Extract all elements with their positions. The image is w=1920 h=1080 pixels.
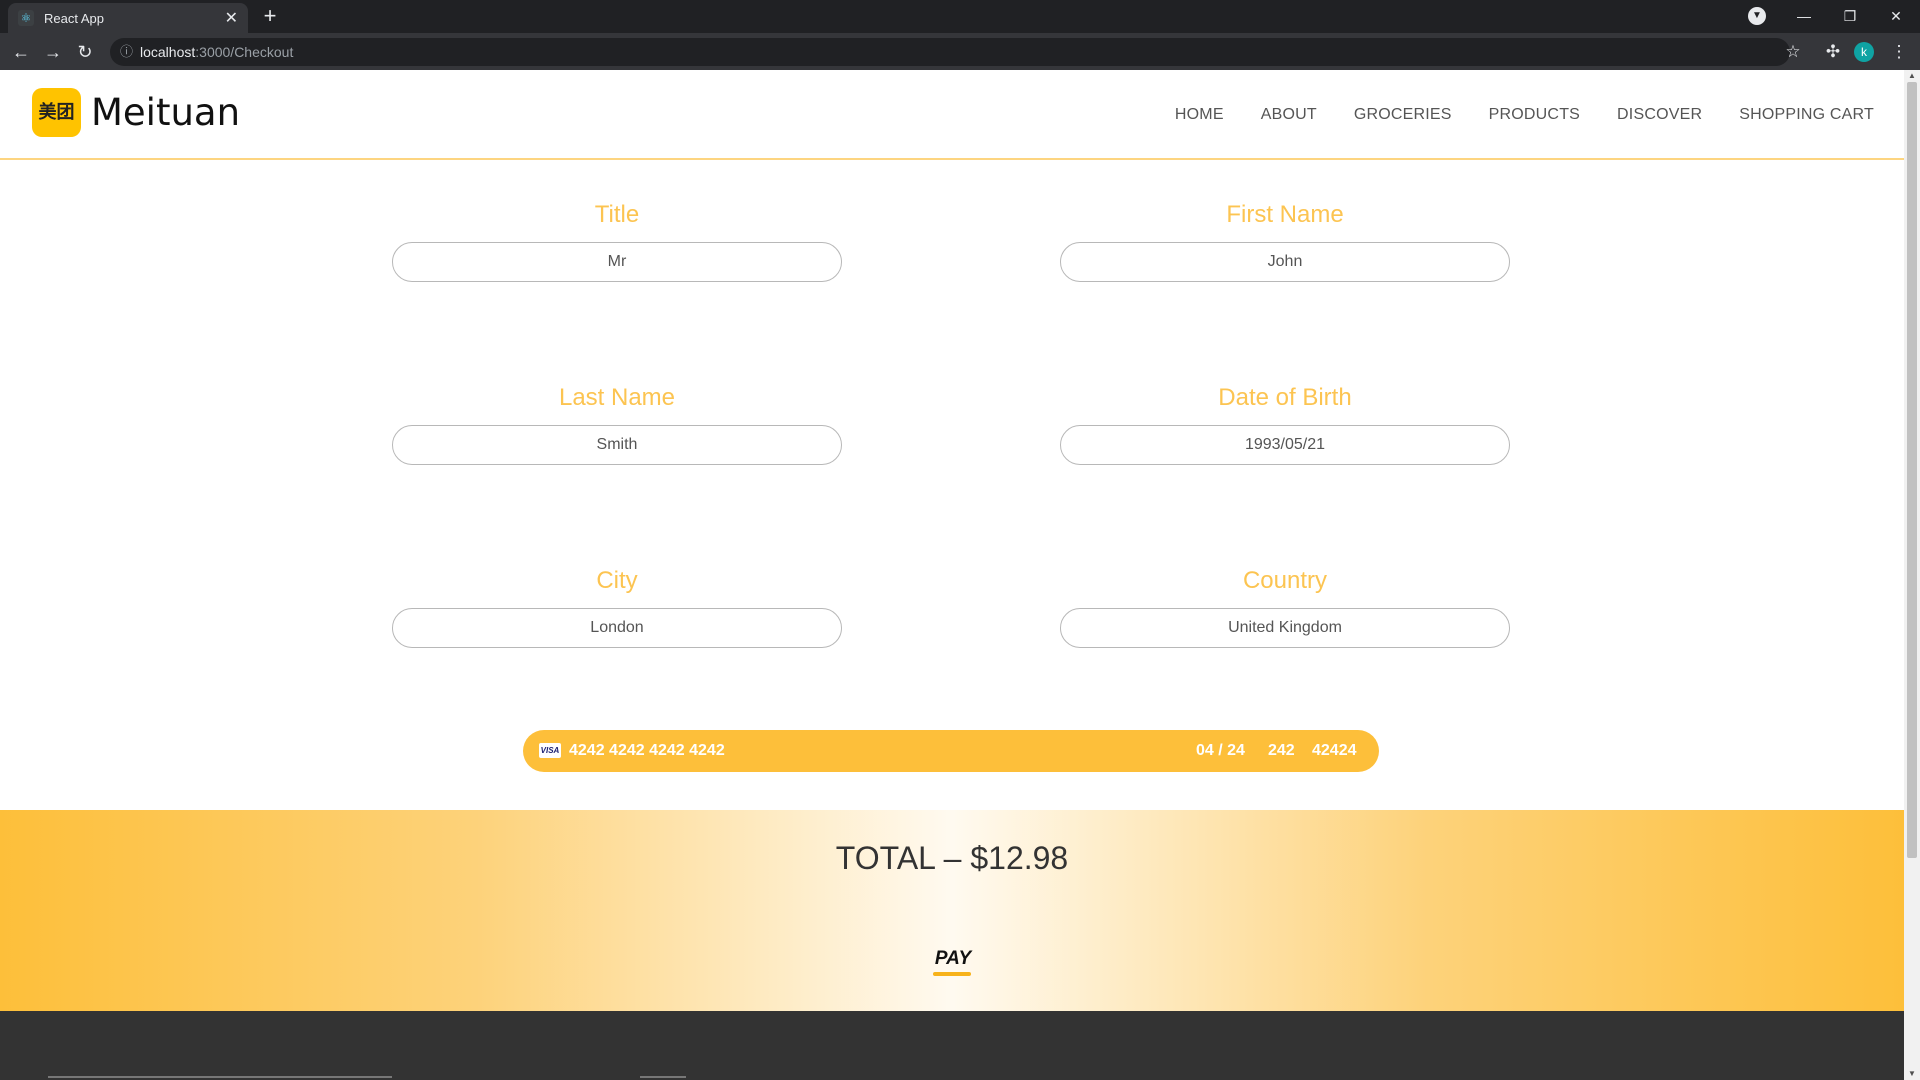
restore-icon[interactable]: ❐ [1830,3,1870,29]
first-name-input[interactable]: John [1060,242,1510,282]
title-label: Title [594,201,640,228]
dob-field-group: Date of Birth 1993/05/21 [1060,383,1510,465]
city-input[interactable]: London [392,608,842,648]
tab-title: React App [44,10,104,26]
footer [0,1011,1904,1080]
card-zip-input[interactable]: 42424 [1312,730,1357,772]
pay-button[interactable]: PAY [932,948,974,970]
profile-avatar[interactable]: k [1854,42,1874,62]
page-scrollbar[interactable]: ▲ ▼ [1904,70,1920,1080]
minimize-icon[interactable]: — [1784,3,1824,29]
menu-icon[interactable]: ⋮ [1886,39,1912,65]
country-input[interactable]: United Kingdom [1060,608,1510,648]
close-window-icon[interactable]: ✕ [1876,3,1916,29]
pay-underline [933,972,971,976]
react-favicon-icon: ⚛ [18,10,34,26]
title-input[interactable]: Mr [392,242,842,282]
total-section: TOTAL – $12.98 PAY [0,810,1904,1011]
country-field-group: Country United Kingdom [1060,566,1510,648]
tab-close-icon[interactable]: ✕ [225,8,238,28]
card-expiry-input[interactable]: 04 / 24 [1196,730,1245,772]
nav-about[interactable]: ABOUT [1261,106,1317,124]
logo-text: Meituan [91,91,241,134]
url-path: :3000/Checkout [195,44,294,60]
nav-home[interactable]: HOME [1175,106,1224,124]
footer-divider [640,1076,686,1078]
dob-label: Date of Birth [1218,384,1352,411]
scroll-up-icon[interactable]: ▲ [1904,70,1920,82]
card-number-input[interactable]: 4242 4242 4242 4242 [569,730,725,772]
url-field[interactable]: ⓘ localhost:3000/Checkout [110,38,1790,66]
dob-input[interactable]: 1993/05/21 [1060,425,1510,465]
reload-icon[interactable]: ↻ [72,39,98,65]
url-host: localhost [140,44,196,60]
nav-groceries[interactable]: GROCERIES [1354,106,1452,124]
order-total: TOTAL – $12.98 [835,840,1069,876]
footer-divider [48,1076,392,1078]
main-nav: HOME ABOUT GROCERIES PRODUCTS DISCOVER S… [1138,106,1874,124]
visa-icon: VISA [539,743,561,758]
browser-address-bar: ← → ↻ ⓘ localhost:3000/Checkout ☆ ✣ k ⋮ [0,33,1920,70]
nav-discover[interactable]: DISCOVER [1617,106,1702,124]
new-tab-button[interactable]: + [258,5,282,29]
tab-search-icon[interactable]: ▼ [1748,7,1766,25]
card-element[interactable]: VISA 4242 4242 4242 4242 04 / 24 242 424… [523,730,1379,772]
extensions-icon[interactable]: ✣ [1820,39,1846,65]
last-name-field-group: Last Name Smith [392,383,842,465]
nav-shopping-cart[interactable]: SHOPPING CART [1739,106,1874,124]
scroll-down-icon[interactable]: ▼ [1904,1068,1920,1080]
nav-products[interactable]: PRODUCTS [1489,106,1580,124]
country-label: Country [1242,567,1328,594]
logo-mark: 美团 [32,88,81,137]
info-icon[interactable]: ⓘ [120,38,133,66]
first-name-field-group: First Name John [1060,200,1510,282]
star-icon[interactable]: ☆ [1780,39,1806,65]
page: 美团 Meituan HOME ABOUT GROCERIES PRODUCTS… [0,70,1904,1080]
browser-tab[interactable]: ⚛ React App ✕ [8,3,248,33]
last-name-label: Last Name [558,384,676,411]
first-name-label: First Name [1226,201,1344,228]
city-field-group: City London [392,566,842,648]
scroll-thumb[interactable] [1907,82,1917,858]
last-name-input[interactable]: Smith [392,425,842,465]
logo[interactable]: 美团 Meituan [32,88,240,137]
city-label: City [596,567,638,594]
title-field-group: Title Mr [392,200,842,282]
card-cvc-input[interactable]: 242 [1268,730,1295,772]
site-header: 美团 Meituan HOME ABOUT GROCERIES PRODUCTS… [0,70,1904,160]
back-icon[interactable]: ← [8,39,34,65]
browser-tab-bar: ⚛ React App ✕ + ▼ — ❐ ✕ [0,0,1920,33]
forward-icon[interactable]: → [40,39,66,65]
